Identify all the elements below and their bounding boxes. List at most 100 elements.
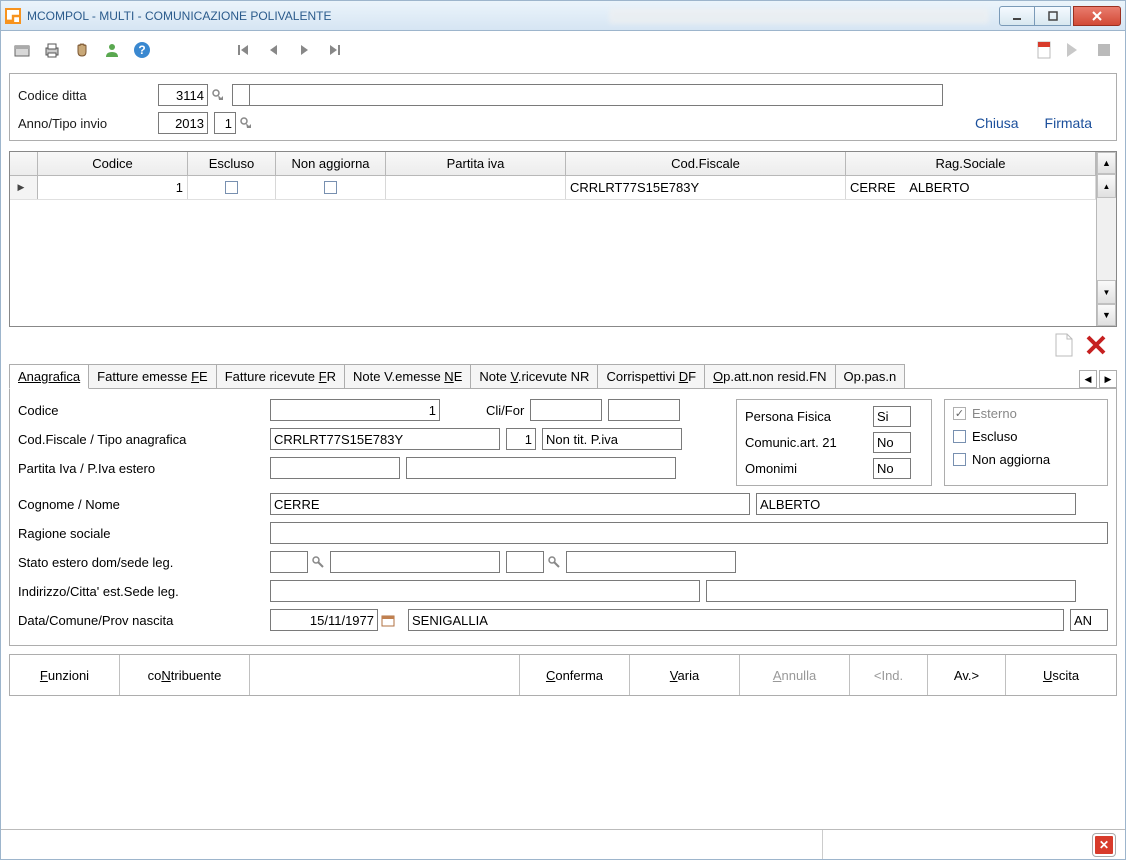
toolbar: ? [1,31,1125,69]
codice-ditta-label: Codice ditta [18,88,158,103]
grid-col-indicator [10,152,38,176]
anno-label: Anno/Tipo invio [18,116,158,131]
toolbar-hand-button[interactable] [69,37,95,63]
lookup-stato2-icon[interactable] [546,554,562,570]
clifor-label: Cli/For [486,403,524,418]
prov-nascita-input[interactable] [1070,609,1108,631]
non-aggiorna-checkbox[interactable] [953,453,966,466]
minimize-button[interactable] [999,6,1035,26]
ind2-input[interactable] [706,580,1076,602]
maximize-button[interactable] [1035,6,1071,26]
anno-input[interactable] [158,112,208,134]
uscita-button[interactable]: Uscita [1006,655,1116,695]
delete-button[interactable] [1083,332,1109,358]
funzioni-button[interactable]: Funzioni [10,655,120,695]
lookup-ditta-icon[interactable] [210,87,226,103]
comunic-value[interactable]: No [873,432,911,453]
nav-first-button[interactable] [231,37,257,63]
av-button[interactable]: Av.> [928,655,1006,695]
rag-input[interactable] [270,522,1108,544]
tab-op-pas[interactable]: Op.pas.n [835,364,906,388]
tab-fatture-emesse[interactable]: Fatture emesse FE [88,364,217,388]
scroll-up-button[interactable]: ▲ [1097,152,1116,174]
varia-button[interactable]: Varia [630,655,740,695]
checkbox-non-aggiorna[interactable] [324,181,337,194]
toolbar-pdf-button[interactable] [1031,37,1057,63]
scroll-down-button[interactable]: ▼ [1097,304,1116,326]
codice-ditta-input[interactable] [158,84,208,106]
grid-col-piva[interactable]: Partita iva [386,152,566,176]
grid-scrollbar[interactable]: ▲ ▲ ▼ ▼ [1096,152,1116,326]
titlebar-blur [609,8,989,24]
tab-scroll-right[interactable]: ▶ [1099,370,1117,388]
checkbox-escluso[interactable] [225,181,238,194]
tab-note-emesse[interactable]: Note V.emesse NE [344,364,471,388]
stato2-input[interactable] [506,551,544,573]
toolbar-stop-button[interactable] [1091,37,1117,63]
tipo-input[interactable] [214,112,236,134]
scroll-page-up-button[interactable]: ▲ [1097,174,1116,198]
status-chiusa: Chiusa [975,115,1019,131]
cf-tipo-txt[interactable] [542,428,682,450]
piva-input[interactable] [270,457,400,479]
tab-anagrafica[interactable]: Anagrafica [9,364,89,389]
toolbar-print-button[interactable] [39,37,65,63]
grid-col-codice[interactable]: Codice [38,152,188,176]
stato2-desc-input[interactable] [566,551,736,573]
stato1-desc-input[interactable] [330,551,500,573]
esterno-label: Esterno [972,406,1017,421]
clifor-input-1[interactable] [530,399,602,421]
conferma-button[interactable]: Conferma [520,655,630,695]
button-bar: Funzioni coNtribuente Conferma Varia Ann… [9,654,1117,696]
pf-value[interactable]: Si [873,406,911,427]
nome-input[interactable] [756,493,1076,515]
cognome-input[interactable] [270,493,750,515]
piva-est-input[interactable] [406,457,676,479]
nav-next-button[interactable] [291,37,317,63]
toolbar-export-button[interactable] [1061,37,1087,63]
header-panel: Codice ditta Anno/Tipo invio Chiusa Firm… [9,73,1117,141]
toolbar-help-button[interactable]: ? [129,37,155,63]
data-nascita-input[interactable] [270,609,378,631]
window-title: MCOMPOL - MULTI - COMUNICAZIONE POLIVALE… [27,9,609,23]
tab-note-ricevute[interactable]: Note V.ricevute NR [470,364,598,388]
grid-col-cf[interactable]: Cod.Fiscale [566,152,846,176]
cf-tipo-input[interactable] [506,428,536,450]
ind-button: <Ind. [850,655,928,695]
tab-pane-anagrafica: Codice Cli/For Cod.Fiscale / Tipo anagra… [9,389,1117,646]
cell-escluso[interactable] [188,176,276,199]
stato1-input[interactable] [270,551,308,573]
new-doc-button[interactable] [1051,332,1077,358]
ind1-input[interactable] [270,580,700,602]
persona-box: Persona FisicaSi Comunic.art. 21No Omoni… [736,399,932,486]
stato-label: Stato estero dom/sede leg. [18,555,270,570]
cell-non-aggiorna[interactable] [276,176,386,199]
grid-row[interactable]: ▶ 1 CRRLRT77S15E783Y CERRE ALBERTO [10,176,1096,200]
tab-op-att-non-resid[interactable]: Op.att.non resid.FN [704,364,835,388]
clifor-input-2[interactable] [608,399,680,421]
lookup-stato1-icon[interactable] [310,554,326,570]
grid-col-rag[interactable]: Rag.Sociale [846,152,1096,176]
tab-corrispettivi[interactable]: Corrispettivi DF [597,364,705,388]
comune-nascita-input[interactable] [408,609,1064,631]
nav-last-button[interactable] [321,37,347,63]
nav-prev-button[interactable] [261,37,287,63]
close-button[interactable] [1073,6,1121,26]
ditta-desc-input[interactable] [249,84,943,106]
scroll-page-down-button[interactable]: ▼ [1097,280,1116,304]
data-grid: Codice Escluso Non aggiorna Partita iva … [9,151,1117,327]
grid-col-non-aggiorna[interactable]: Non aggiorna [276,152,386,176]
omonimi-value[interactable]: No [873,458,911,479]
calendar-icon[interactable] [380,612,396,628]
toolbar-person-button[interactable] [99,37,125,63]
grid-col-escluso[interactable]: Escluso [188,152,276,176]
lookup-tipo-icon[interactable] [238,115,254,131]
escluso-checkbox[interactable] [953,430,966,443]
toolbar-open-button[interactable] [9,37,35,63]
ind-label: Indirizzo/Citta' est.Sede leg. [18,584,270,599]
tab-fatture-ricevute[interactable]: Fatture ricevute FR [216,364,345,388]
tab-scroll-left[interactable]: ◀ [1079,370,1097,388]
codice-input[interactable] [270,399,440,421]
contribuente-button[interactable]: coNtribuente [120,655,250,695]
cf-input[interactable] [270,428,500,450]
